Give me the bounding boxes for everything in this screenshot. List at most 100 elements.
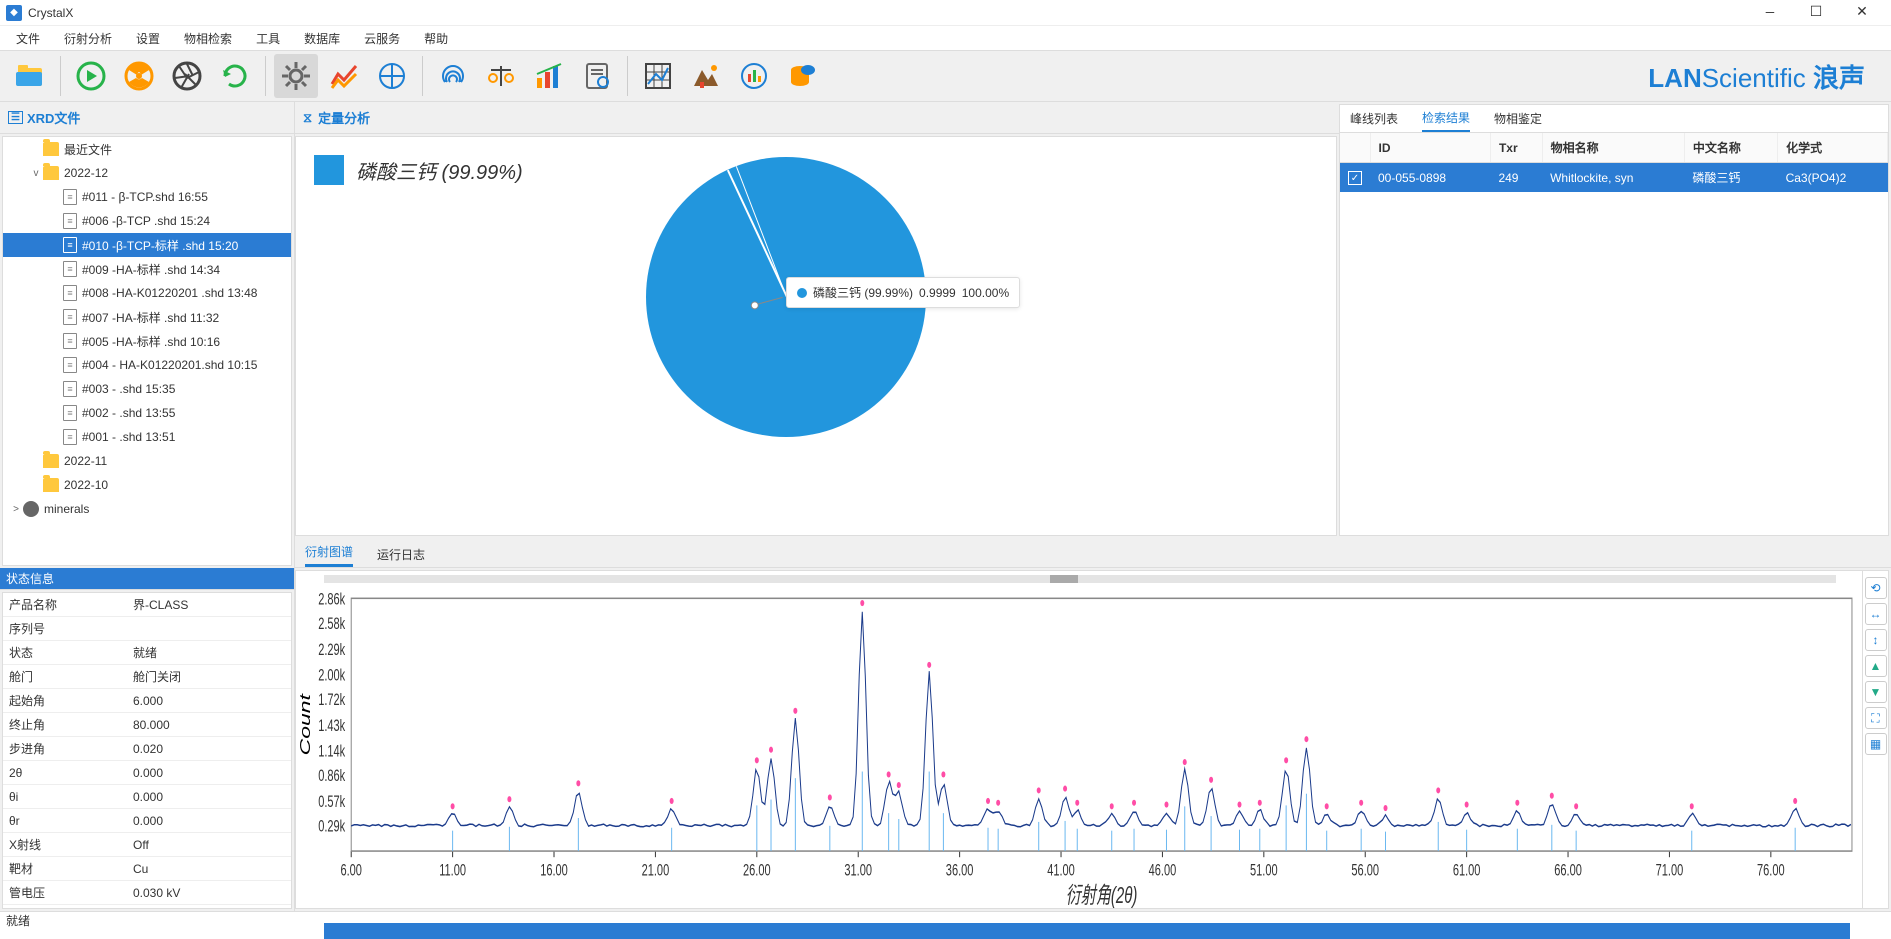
menu-2[interactable]: 设置: [124, 28, 172, 49]
fingerprint-button[interactable]: [431, 54, 475, 98]
tree-label: 最近文件: [64, 141, 112, 158]
quant-panel-title: 定量分析: [318, 108, 370, 127]
file-item[interactable]: ≡#002 - .shd 13:55: [3, 401, 291, 425]
col-header[interactable]: Txr: [1490, 133, 1542, 163]
tree-label: #004 - HA-K01220201.shd 10:15: [82, 358, 257, 372]
pie-tooltip: 磷酸三钙 (99.99%) 0.9999 100.00%: [786, 277, 1020, 308]
zoom-y-button[interactable]: ↕: [1865, 629, 1887, 651]
window-maximize-button[interactable]: ☐: [1793, 0, 1839, 26]
status-row: X射线Off: [3, 833, 291, 857]
target-button[interactable]: [370, 54, 414, 98]
folder-item[interactable]: v2022-12: [3, 161, 291, 185]
status-row: 产品名称界-CLASS: [3, 593, 291, 617]
file-item[interactable]: ≡#004 - HA-K01220201.shd 10:15: [3, 353, 291, 377]
results-tab-0[interactable]: 峰线列表: [1350, 106, 1398, 131]
balance-button[interactable]: [479, 54, 523, 98]
file-item[interactable]: ≡#006 -β-TCP .shd 15:24: [3, 209, 291, 233]
menu-0[interactable]: 文件: [4, 28, 52, 49]
folder-item[interactable]: 最近文件: [3, 137, 291, 161]
grid-button[interactable]: ▦: [1865, 733, 1887, 755]
folder-item[interactable]: 2022-11: [3, 449, 291, 473]
menu-3[interactable]: 物相检索: [172, 28, 244, 49]
down-button[interactable]: ▼: [1865, 681, 1887, 703]
chart-button[interactable]: [322, 54, 366, 98]
play-button[interactable]: [69, 54, 113, 98]
file-item[interactable]: ≡#010 -β-TCP-标样 .shd 15:20: [3, 233, 291, 257]
zoom-x-button[interactable]: ↔: [1865, 603, 1887, 625]
legend-swatch: [314, 155, 344, 185]
chart-h-scrollbar[interactable]: [324, 923, 1850, 939]
col-header[interactable]: 化学式: [1778, 133, 1888, 163]
results-tab-2[interactable]: 物相鉴定: [1494, 106, 1542, 131]
diffraction-chart[interactable]: 2.86k2.58k2.29k2.00k1.72k1.43k1.14k0.86k…: [296, 571, 1862, 908]
open-file-button[interactable]: [8, 54, 52, 98]
menu-6[interactable]: 云服务: [352, 28, 412, 49]
file-item[interactable]: ≡#011 - β-TCP.shd 16:55: [3, 185, 291, 209]
col-header[interactable]: 物相名称: [1542, 133, 1684, 163]
status-key: 序列号: [3, 620, 133, 637]
status-value: Off: [133, 838, 291, 852]
menu-5[interactable]: 数据库: [292, 28, 352, 49]
fullscreen-button[interactable]: ⛶: [1865, 707, 1887, 729]
db-cloud-button[interactable]: [780, 54, 824, 98]
results-table[interactable]: IDTxr物相名称中文名称化学式 ✓00-055-0898249Whitlock…: [1340, 133, 1888, 192]
svg-text:71.00: 71.00: [1656, 861, 1684, 880]
col-header[interactable]: ID: [1370, 133, 1490, 163]
grid-view-button[interactable]: [636, 54, 680, 98]
svg-text:76.00: 76.00: [1757, 861, 1785, 880]
status-value: 0.000: [133, 790, 291, 804]
results-tab-1[interactable]: 检索结果: [1422, 105, 1470, 132]
chart-top-scrollbar[interactable]: [324, 575, 1836, 583]
table-row[interactable]: ✓00-055-0898249Whitlockite, syn磷酸三钙Ca3(P…: [1340, 163, 1888, 193]
menu-1[interactable]: 衍射分析: [52, 28, 124, 49]
tree-label: #006 -β-TCP .shd 15:24: [82, 214, 210, 228]
spectrum-panel: 2.86k2.58k2.29k2.00k1.72k1.43k1.14k0.86k…: [295, 570, 1889, 909]
file-item[interactable]: ≡#001 - .shd 13:51: [3, 425, 291, 449]
svg-text:61.00: 61.00: [1453, 861, 1481, 880]
status-value: 80.000: [133, 718, 291, 732]
svg-text:2.00k: 2.00k: [318, 666, 346, 685]
file-item[interactable]: ≡#005 -HA-标样 .shd 10:16: [3, 329, 291, 353]
spectrum-tab-1[interactable]: 运行日志: [377, 542, 425, 567]
svg-text:31.00: 31.00: [844, 861, 872, 880]
svg-text:2.58k: 2.58k: [318, 615, 346, 634]
status-row: θi0.000: [3, 785, 291, 809]
tooltip-label: 磷酸三钙 (99.99%): [813, 284, 913, 301]
svg-text:1.14k: 1.14k: [318, 742, 346, 761]
status-text: 就绪: [6, 912, 30, 929]
folder-item[interactable]: 2022-10: [3, 473, 291, 497]
report-button[interactable]: [575, 54, 619, 98]
file-item[interactable]: ≡#003 - .shd 15:35: [3, 377, 291, 401]
spectrum-tab-0[interactable]: 衍射图谱: [305, 539, 353, 567]
status-value: Cu: [133, 862, 291, 876]
file-tree[interactable]: 最近文件 v2022-12≡#011 - β-TCP.shd 16:55≡#006…: [2, 136, 292, 566]
window-minimize-button[interactable]: —: [1747, 0, 1793, 26]
mountain-button[interactable]: [684, 54, 728, 98]
svg-text:66.00: 66.00: [1554, 861, 1582, 880]
quant-panel-header: ⧖ 定量分析: [295, 102, 1339, 134]
menu-7[interactable]: 帮助: [412, 28, 460, 49]
gear-button[interactable]: [274, 54, 318, 98]
reset-zoom-button[interactable]: ⟲: [1865, 577, 1887, 599]
window-close-button[interactable]: ✕: [1839, 0, 1885, 26]
svg-text:56.00: 56.00: [1351, 861, 1379, 880]
svg-text:41.00: 41.00: [1047, 861, 1075, 880]
aperture-button[interactable]: [165, 54, 209, 98]
svg-text:1.72k: 1.72k: [318, 691, 346, 710]
file-item[interactable]: ≡#008 -HA-K01220201 .shd 13:48: [3, 281, 291, 305]
folder-item[interactable]: >minerals: [3, 497, 291, 521]
analytics-button[interactable]: [527, 54, 571, 98]
status-key: 产品名称: [3, 596, 133, 613]
status-row: 管电压0.030 kV: [3, 881, 291, 905]
menu-bar: 文件衍射分析设置物相检索工具数据库云服务帮助: [0, 26, 1891, 50]
col-header[interactable]: [1340, 133, 1370, 163]
up-button[interactable]: ▲: [1865, 655, 1887, 677]
file-item[interactable]: ≡#007 -HA-标样 .shd 11:32: [3, 305, 291, 329]
title-bar: ◆ CrystalX — ☐ ✕: [0, 0, 1891, 26]
refresh-button[interactable]: [213, 54, 257, 98]
radiation-button[interactable]: [117, 54, 161, 98]
menu-4[interactable]: 工具: [244, 28, 292, 49]
col-header[interactable]: 中文名称: [1684, 133, 1777, 163]
stats-circle-button[interactable]: [732, 54, 776, 98]
file-item[interactable]: ≡#009 -HA-标样 .shd 14:34: [3, 257, 291, 281]
